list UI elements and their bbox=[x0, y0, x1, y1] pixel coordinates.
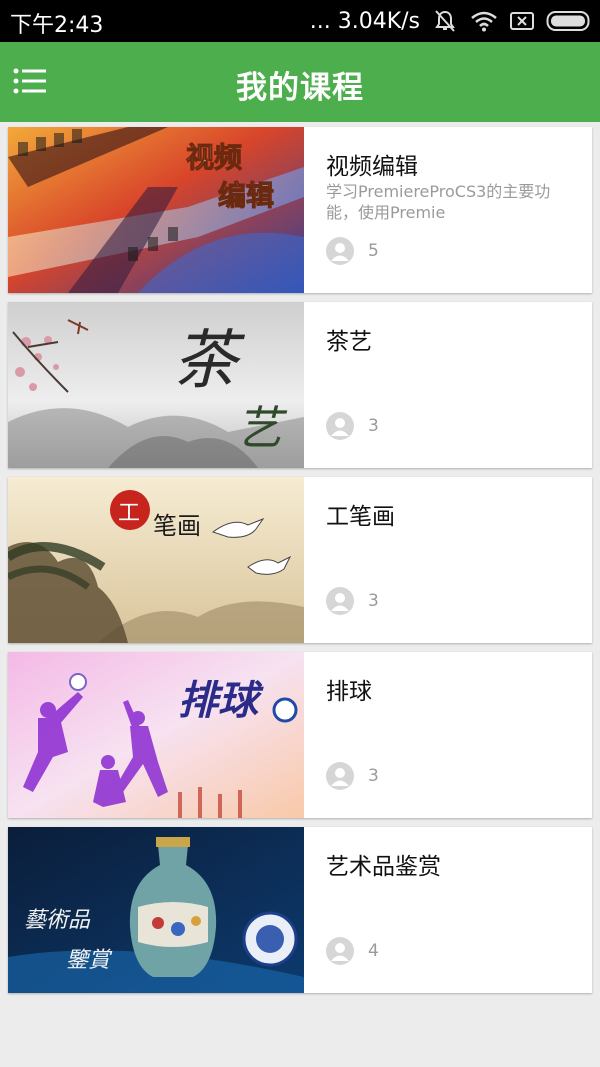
course-thumbnail: 工 笔画 bbox=[8, 477, 304, 643]
course-card-art-appreciation[interactable]: 藝術品 鑒賞 艺术品鉴赏 4 bbox=[8, 827, 592, 993]
user-avatar-icon bbox=[326, 937, 354, 965]
learner-info: 4 bbox=[326, 937, 379, 965]
svg-text:工: 工 bbox=[118, 501, 140, 526]
learner-count: 4 bbox=[368, 941, 379, 961]
learner-info: 5 bbox=[326, 237, 379, 265]
sim-off-icon bbox=[510, 12, 534, 30]
svg-text:茶: 茶 bbox=[173, 324, 246, 398]
course-thumbnail: 视频 编辑 bbox=[8, 127, 304, 293]
course-card-gongbi-painting[interactable]: 工 笔画 工笔画 3 bbox=[8, 477, 592, 643]
user-avatar-icon bbox=[326, 412, 354, 440]
status-time: 下午2:43 bbox=[10, 13, 104, 38]
course-card-tea-art[interactable]: 茶 艺 茶艺 3 bbox=[8, 302, 592, 468]
learner-count: 5 bbox=[368, 241, 379, 261]
course-title: 工笔画 bbox=[326, 504, 395, 530]
svg-text:笔画: 笔画 bbox=[153, 512, 201, 540]
course-title: 艺术品鉴赏 bbox=[326, 854, 441, 880]
svg-text:排球: 排球 bbox=[178, 678, 264, 724]
learner-info: 3 bbox=[326, 412, 379, 440]
course-thumbnail: 排球 bbox=[8, 652, 304, 818]
user-avatar-icon bbox=[326, 237, 354, 265]
learner-count: 3 bbox=[368, 766, 379, 786]
course-title: 排球 bbox=[326, 679, 372, 705]
course-thumbnail: 藝術品 鑒賞 bbox=[8, 827, 304, 993]
svg-text:编辑: 编辑 bbox=[218, 179, 274, 212]
course-card-video-editing[interactable]: 视频 编辑 视频编辑 学习PremiereProCS3的主要功能，使用Premi… bbox=[8, 127, 592, 293]
mute-icon bbox=[435, 10, 455, 32]
course-list: 视频 编辑 视频编辑 学习PremiereProCS3的主要功能，使用Premi… bbox=[8, 127, 592, 1002]
network-speed: ... 3.04K/s bbox=[309, 8, 420, 34]
course-description: 学习PremiereProCS3的主要功能，使用Premie bbox=[326, 182, 551, 222]
learner-info: 3 bbox=[326, 587, 379, 615]
course-title: 视频编辑 bbox=[326, 154, 418, 180]
course-thumbnail: 茶 艺 bbox=[8, 302, 304, 468]
app-bar: 我的课程 bbox=[0, 42, 600, 122]
svg-text:鑒賞: 鑒賞 bbox=[66, 948, 113, 973]
svg-text:艺: 艺 bbox=[236, 401, 288, 455]
svg-text:藝術品: 藝術品 bbox=[24, 908, 91, 933]
svg-text:视频: 视频 bbox=[186, 142, 242, 174]
course-card-volleyball[interactable]: 排球 排球 3 bbox=[8, 652, 592, 818]
page-title: 我的课程 bbox=[236, 70, 364, 106]
user-avatar-icon bbox=[326, 762, 354, 790]
status-icons: ... 3.04K/s bbox=[310, 0, 592, 42]
learner-info: 3 bbox=[326, 762, 379, 790]
learner-count: 3 bbox=[368, 591, 379, 611]
battery-icon bbox=[546, 11, 590, 31]
user-avatar-icon bbox=[326, 587, 354, 615]
wifi-icon bbox=[471, 11, 497, 32]
course-title: 茶艺 bbox=[326, 329, 372, 355]
learner-count: 3 bbox=[368, 416, 379, 436]
status-bar: 下午2:43 ... 3.04K/s bbox=[0, 0, 600, 42]
